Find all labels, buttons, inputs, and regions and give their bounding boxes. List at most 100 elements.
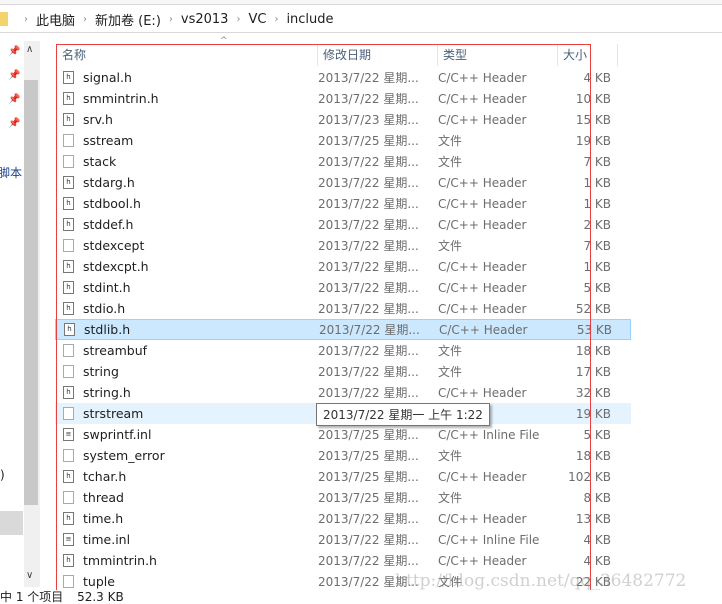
file-row[interactable]: h stdbool.h 2013/7/22 星期... C/C++ Header… [55, 193, 631, 214]
file-row[interactable]: ≡ swprintf.inl 2013/7/25 星期... C/C++ Inl… [55, 424, 631, 445]
file-name: stdexcpt.h [83, 259, 149, 274]
file-type: 文件 [438, 134, 463, 148]
nav-scrollbar-thumb[interactable] [24, 80, 38, 505]
file-row[interactable]: system_error 2013/7/25 星期... 文件 18 KB [55, 445, 631, 466]
column-header-date[interactable]: 修改日期 [318, 44, 438, 66]
scroll-up-icon[interactable]: ∧ [26, 44, 33, 55]
pin-icon[interactable]: 📌 [8, 46, 20, 57]
file-type: 文件 [438, 365, 463, 379]
pin-icon[interactable]: 📌 [8, 94, 20, 105]
file-row[interactable]: ≡ time.inl 2013/7/22 星期... C/C++ Inline … [55, 529, 631, 550]
file-row[interactable]: h stdlib.h 2013/7/22 星期... C/C++ Header … [55, 319, 631, 340]
file-row[interactable]: h signal.h 2013/7/22 星期... C/C++ Header … [55, 67, 631, 88]
file-name: thread [83, 490, 124, 505]
header-file-icon: h [63, 470, 74, 483]
file-row[interactable]: h srv.h 2013/7/23 星期... C/C++ Header 15 … [55, 109, 631, 130]
scroll-down-icon[interactable]: ∨ [26, 570, 33, 581]
file-row[interactable]: h stdint.h 2013/7/22 星期... C/C++ Header … [55, 277, 631, 298]
file-row[interactable]: h stddef.h 2013/7/22 星期... C/C++ Header … [55, 214, 631, 235]
column-header-name[interactable]: 名称 [40, 44, 318, 66]
file-name: time.inl [83, 532, 131, 547]
header-file-icon: h [63, 113, 74, 126]
header-file-icon: h [63, 71, 74, 84]
header-file-icon: h [64, 323, 75, 336]
header-file-icon: h [63, 554, 74, 567]
file-row[interactable]: thread 2013/7/25 星期... 文件 8 KB [55, 487, 631, 508]
file-row[interactable]: h tchar.h 2013/7/25 星期... C/C++ Header 1… [55, 466, 631, 487]
address-bar[interactable]: › 此电脑 › 新加卷 (E:) › vs2013 › VC › include [0, 6, 722, 33]
file-date: 2013/7/22 星期... [318, 554, 419, 568]
file-date: 2013/7/22 星期... [318, 533, 419, 547]
nav-item-label[interactable]: :) [0, 468, 5, 482]
file-date: 2013/7/23 星期... [318, 113, 419, 127]
file-row[interactable]: streambuf 2013/7/22 星期... 文件 18 KB [55, 340, 631, 361]
chevron-right-icon: › [236, 13, 241, 25]
file-row[interactable]: h smmintrin.h 2013/7/22 星期... C/C++ Head… [55, 88, 631, 109]
breadcrumb-item[interactable]: VC [248, 12, 266, 27]
nav-item-label[interactable]: 脚本 [0, 164, 22, 181]
breadcrumb-item[interactable]: include [286, 12, 333, 27]
file-row[interactable]: sstream 2013/7/25 星期... 文件 19 KB [55, 130, 631, 151]
file-type: 文件 [438, 344, 463, 358]
column-header-size[interactable]: 大小 [558, 44, 618, 66]
breadcrumb-item[interactable]: vs2013 [181, 12, 229, 27]
file-date: 2013/7/25 星期... [318, 134, 419, 148]
file-name: stdint.h [83, 280, 131, 295]
file-row[interactable]: string 2013/7/22 星期... 文件 17 KB [55, 361, 631, 382]
header-file-icon: h [63, 512, 74, 525]
file-row[interactable]: h tmmintrin.h 2013/7/22 星期... C/C++ Head… [55, 550, 631, 571]
column-header-type[interactable]: 类型 [438, 44, 558, 66]
header-file-icon: h [63, 218, 74, 231]
blank-file-icon [63, 365, 74, 378]
file-row[interactable]: h stdexcpt.h 2013/7/22 星期... C/C++ Heade… [55, 256, 631, 277]
header-file-icon: h [63, 386, 74, 399]
file-size: 15 KB [575, 112, 611, 127]
file-date: 2013/7/22 星期... [318, 386, 419, 400]
nav-selected-item[interactable] [0, 511, 23, 535]
tooltip: 2013/7/22 星期一 上午 1:22 [316, 403, 490, 426]
file-date: 2013/7/22 星期... [318, 281, 419, 295]
file-type: C/C++ Header [438, 259, 527, 274]
file-date: 2013/7/22 星期... [318, 239, 419, 253]
file-type: C/C++ Inline File [438, 532, 540, 547]
file-row[interactable]: h stdio.h 2013/7/22 星期... C/C++ Header 5… [55, 298, 631, 319]
file-type: C/C++ Header [438, 112, 527, 127]
file-type: C/C++ Header [438, 196, 527, 211]
file-size: 4 KB [583, 532, 611, 547]
file-date: 2013/7/25 星期... [318, 449, 419, 463]
file-size: 13 KB [575, 511, 611, 526]
header-file-icon: h [63, 302, 74, 315]
file-size: 8 KB [583, 490, 611, 505]
file-list: ^ 名称 修改日期 类型 大小 h signal.h 2013/7/22 星期.… [40, 34, 722, 590]
file-size: 7 KB [583, 154, 611, 169]
file-type: C/C++ Inline File [438, 427, 540, 442]
file-size: 1 KB [583, 175, 611, 190]
file-type: C/C++ Header [438, 553, 527, 568]
file-size: 1 KB [583, 259, 611, 274]
pin-icon[interactable]: 📌 [8, 70, 20, 81]
file-type: 文件 [438, 155, 463, 169]
file-type: C/C++ Header [438, 175, 527, 190]
file-size: 1 KB [583, 196, 611, 211]
breadcrumb-item[interactable]: 新加卷 (E:) [95, 10, 161, 29]
file-size: 19 KB [575, 406, 611, 421]
file-size: 53 KB [576, 322, 612, 337]
file-name: tchar.h [83, 469, 127, 484]
file-row[interactable]: h time.h 2013/7/22 星期... C/C++ Header 13… [55, 508, 631, 529]
breadcrumb-item[interactable]: 此电脑 [36, 10, 75, 29]
file-name: stdio.h [83, 301, 126, 316]
file-date: 2013/7/22 星期... [318, 512, 419, 526]
file-row[interactable]: stack 2013/7/22 星期... 文件 7 KB [55, 151, 631, 172]
file-type: 文件 [438, 491, 463, 505]
file-row[interactable]: h stdarg.h 2013/7/22 星期... C/C++ Header … [55, 172, 631, 193]
file-row[interactable]: stdexcept 2013/7/22 星期... 文件 7 KB [55, 235, 631, 256]
file-size: 17 KB [575, 364, 611, 379]
blank-file-icon [63, 491, 74, 504]
file-name: tmmintrin.h [83, 553, 157, 568]
file-size: 32 KB [575, 385, 611, 400]
file-row[interactable]: h string.h 2013/7/22 星期... C/C++ Header … [55, 382, 631, 403]
file-type: C/C++ Header [438, 301, 527, 316]
file-type: 文件 [438, 239, 463, 253]
pin-icon[interactable]: 📌 [8, 118, 20, 129]
file-date: 2013/7/25 星期... [318, 470, 419, 484]
